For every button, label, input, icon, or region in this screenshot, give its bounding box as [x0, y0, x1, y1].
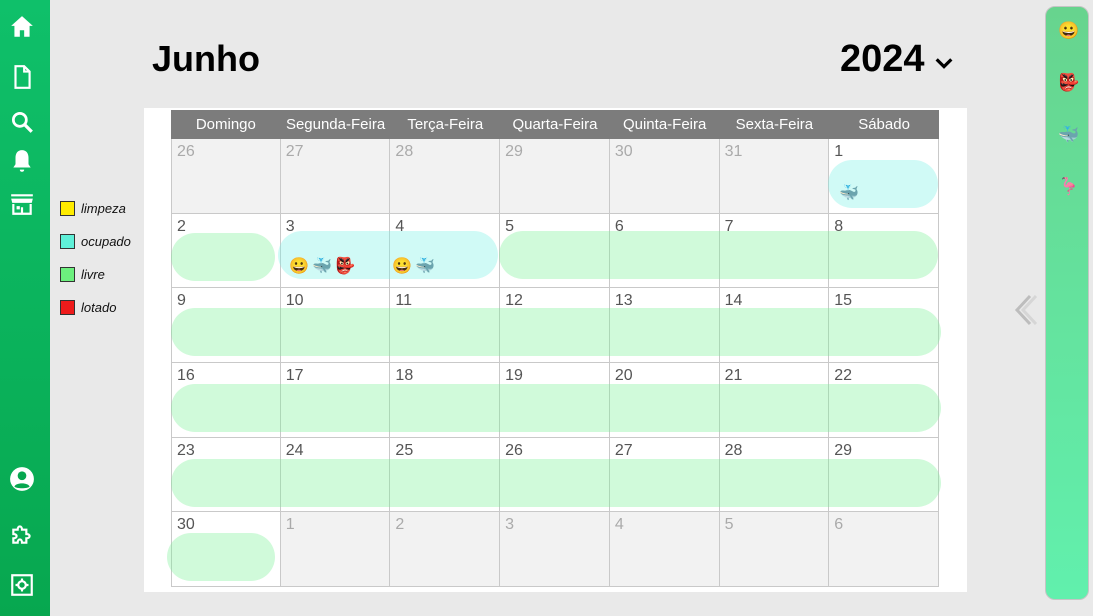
day-number: 27 [614, 441, 633, 459]
status-band-livre[interactable] [171, 308, 941, 356]
day-cell-outside-month: 5 [719, 512, 830, 587]
guest-emoji[interactable]: 😀 [392, 256, 412, 276]
day-cell-outside-month: 6 [829, 512, 939, 587]
legend-label: limpeza [81, 201, 126, 216]
day-cell-outside-month: 27 [280, 139, 391, 214]
day-number: 9 [177, 292, 186, 310]
day-number: 1 [834, 143, 844, 160]
legend-item-lotado: lotado [60, 291, 131, 324]
day-number: 28 [395, 143, 414, 160]
day-number: 27 [285, 143, 304, 160]
calendar-header: Domingo Segunda-Feira Terça-Feira Quarta-Fe… [171, 110, 939, 139]
day-number: 29 [505, 143, 523, 160]
status-band-ocupado[interactable] [278, 231, 498, 279]
weekday-header: Sábado [858, 116, 910, 133]
day-number: 5 [724, 516, 734, 534]
puzzle-icon[interactable] [8, 520, 36, 548]
status-band-livre[interactable] [499, 231, 938, 279]
guest-emoji[interactable]: 🐳 [312, 256, 332, 276]
store-icon[interactable] [8, 190, 36, 218]
day-number: 26 [505, 441, 523, 459]
right-panel: 😀 👺 🐳 🦩 [1045, 6, 1089, 600]
day-number: 19 [505, 367, 523, 384]
day-cell-outside-month: 28 [390, 139, 501, 214]
month-title: Junho [152, 38, 260, 79]
settings-icon[interactable] [8, 571, 36, 599]
legend-item-ocupado: ocupado [60, 225, 131, 258]
day-number: 26 [177, 143, 195, 160]
guest-emoji[interactable]: 👺 [335, 256, 355, 276]
legend-swatch [60, 267, 75, 282]
day-number: 2 [177, 217, 186, 235]
day-cell-outside-month: 4 [609, 512, 720, 587]
status-band-livre[interactable] [171, 459, 941, 507]
home-icon[interactable] [8, 13, 36, 41]
day-number: 2 [395, 516, 405, 534]
chevron-down-icon [935, 57, 953, 69]
user-icon[interactable] [8, 465, 36, 493]
legend-swatch [60, 234, 75, 249]
legend-swatch [60, 201, 75, 216]
collapse-arrow-icon[interactable] [1012, 292, 1038, 328]
guest-filter-emoji[interactable]: 👺 [1058, 73, 1080, 95]
day-cell-outside-month: 30 [609, 139, 720, 214]
guest-emoji[interactable]: 🐳 [415, 256, 435, 276]
weekday-header: Domingo [195, 116, 256, 133]
day-cell-outside-month: 26 [171, 139, 281, 214]
bell-icon[interactable] [8, 147, 36, 175]
day-number: 20 [614, 367, 633, 384]
guest-emoji[interactable]: 🐳 [839, 183, 859, 203]
legend-label: ocupado [81, 234, 131, 249]
weekday-header: Quarta-Feira [512, 116, 598, 133]
day-number: 17 [285, 367, 304, 384]
document-icon[interactable] [8, 63, 36, 91]
day-cell-outside-month: 31 [719, 139, 830, 214]
guest-filter-emoji[interactable]: 😀 [1058, 21, 1080, 43]
day-number: 29 [834, 441, 853, 459]
legend-label: livre [81, 267, 105, 282]
weekday-header: Segunda-Feira [285, 116, 386, 133]
status-band-livre[interactable] [167, 533, 275, 581]
day-number: 23 [177, 441, 195, 459]
guest-filter-emoji[interactable]: 🦩 [1058, 177, 1080, 199]
legend-swatch [60, 300, 75, 315]
day-number: 25 [395, 441, 414, 459]
day-number: 3 [505, 516, 515, 534]
day-number: 22 [834, 367, 853, 384]
guest-filter-emoji[interactable]: 🐳 [1058, 125, 1080, 147]
guest-emoji[interactable]: 😀 [289, 256, 309, 276]
day-number: 18 [395, 367, 414, 384]
day-cell-outside-month: 3 [500, 512, 610, 587]
day-cell-outside-month: 2 [390, 512, 501, 587]
legend-item-limpeza: limpeza [60, 192, 131, 225]
status-band-livre[interactable] [171, 384, 941, 432]
day-cell-outside-month: 1 [280, 512, 391, 587]
legend: limpeza ocupado livre lotado [60, 192, 131, 324]
day-number: 28 [724, 441, 743, 459]
search-icon[interactable] [8, 108, 36, 136]
legend-label: lotado [81, 300, 117, 315]
legend-item-livre: livre [60, 258, 131, 291]
day-number: 1 [285, 516, 295, 534]
weekday-header: Sexta-Feira [735, 116, 814, 133]
day-number: 30 [614, 143, 633, 160]
day-number: 6 [834, 516, 844, 534]
day-number: 30 [177, 516, 195, 534]
left-sidebar [0, 0, 50, 616]
day-number: 4 [614, 516, 624, 534]
day-number: 21 [724, 367, 743, 384]
day-number: 16 [177, 367, 195, 384]
year-selector[interactable]: 2024 [840, 38, 955, 81]
calendar-grid: 26 27 28 29 30 31 1 2 3 4 5 6 7 8 9 10 11 12 13 14 15 16 17 18 1… [167, 139, 941, 587]
status-band-livre[interactable] [171, 233, 275, 281]
year-text: 2024 [840, 38, 925, 80]
weekday-header: Terça-Feira [407, 116, 484, 133]
day-number: 31 [724, 143, 743, 160]
weekday-header: Quinta-Feira [622, 116, 707, 133]
day-number: 24 [285, 441, 304, 459]
day-cell-outside-month: 29 [500, 139, 610, 214]
